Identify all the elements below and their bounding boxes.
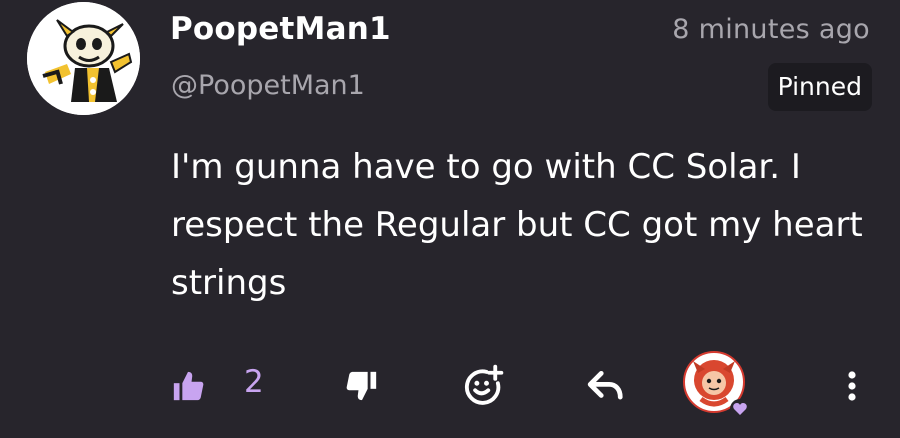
author-avatar[interactable] xyxy=(27,2,140,115)
thumbs-up-icon xyxy=(173,371,204,401)
post-timestamp: 8 minutes ago xyxy=(672,14,870,45)
thumbs-down-icon xyxy=(346,371,377,401)
reply-button[interactable] xyxy=(586,368,626,404)
author-handle[interactable]: @PoopetMan1 xyxy=(171,70,365,101)
add-reaction-icon xyxy=(464,364,504,405)
reply-icon xyxy=(587,370,623,400)
comment-card: PoopetMan1 @PoopetMan1 8 minutes ago Pin… xyxy=(0,0,900,438)
creator-heart-avatar xyxy=(683,351,750,419)
like-count: 2 xyxy=(244,364,264,400)
add-reaction-button[interactable] xyxy=(462,364,504,406)
like-button[interactable] xyxy=(170,368,206,404)
more-options-icon xyxy=(848,371,856,401)
reactor-avatar[interactable] xyxy=(681,349,751,419)
pinned-badge: Pinned xyxy=(767,63,872,111)
avatar-image xyxy=(27,2,140,115)
more-options-button[interactable] xyxy=(838,366,866,406)
dislike-button[interactable] xyxy=(344,368,380,404)
author-name[interactable]: PoopetMan1 xyxy=(170,11,391,47)
comment-body: I'm gunna have to go with CC Solar. I re… xyxy=(171,147,863,303)
